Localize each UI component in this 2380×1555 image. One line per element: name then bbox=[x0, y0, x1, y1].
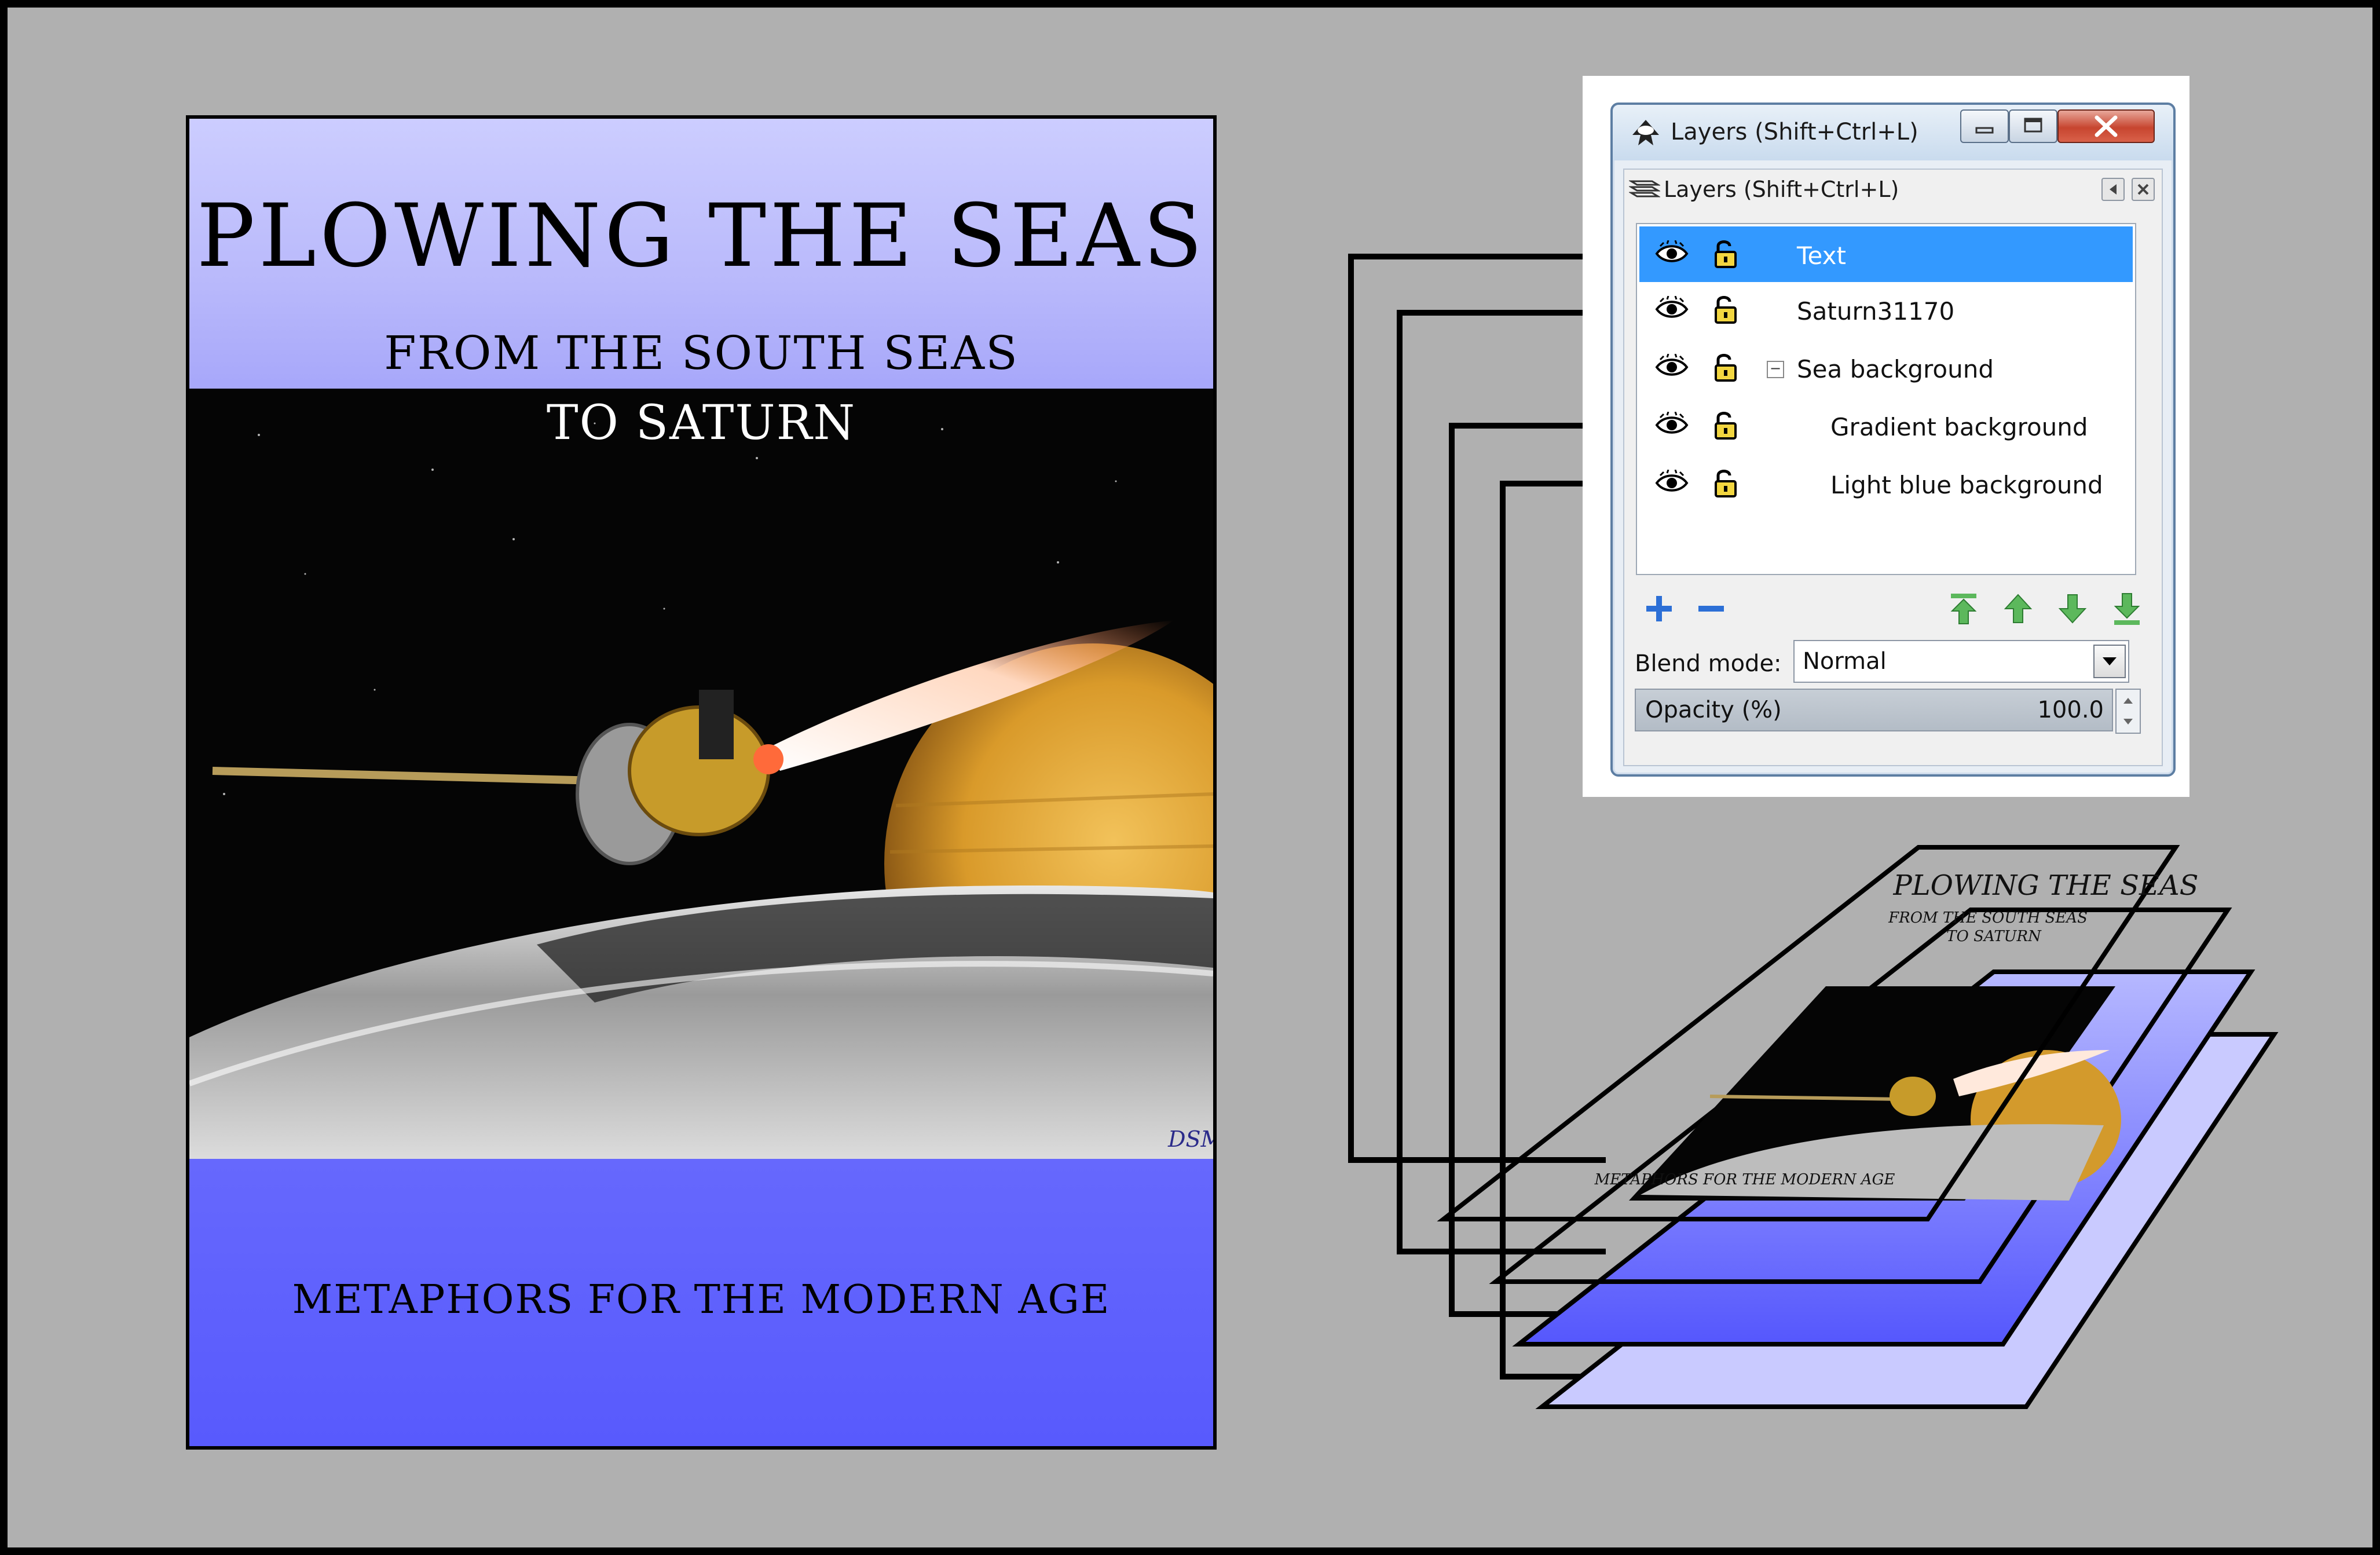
lower-to-bottom-icon[interactable] bbox=[2110, 591, 2144, 626]
stack-subtitle-1: FROM THE SOUTH SEAS bbox=[1888, 909, 2088, 927]
opacity-value: 100.0 bbox=[2037, 697, 2104, 723]
unlocked-padlock-icon[interactable] bbox=[1712, 352, 1739, 383]
maximize-button[interactable] bbox=[2009, 109, 2057, 143]
canvas-background: PLOWING THE SEAS FROM THE SOUTH SEAS TO … bbox=[8, 8, 2372, 1547]
connector-lines bbox=[1348, 254, 1606, 1380]
unlocked-padlock-icon[interactable] bbox=[1712, 238, 1739, 269]
lower-icon[interactable] bbox=[2055, 591, 2090, 626]
layer-name: Light blue background bbox=[1830, 471, 2103, 499]
layer-row-saturn[interactable]: Saturn31170 bbox=[1639, 282, 2133, 338]
stack-subtitle-2: TO SATURN bbox=[1946, 928, 2042, 945]
minimize-icon bbox=[1975, 127, 1994, 134]
raise-to-top-icon[interactable] bbox=[1946, 591, 1981, 626]
unlocked-padlock-icon[interactable] bbox=[1712, 409, 1739, 441]
layers-stack-icon bbox=[1629, 180, 1660, 197]
opacity-spinner[interactable] bbox=[2115, 689, 2141, 734]
window-titlebar[interactable]: Layers (Shift+Ctrl+L) bbox=[1613, 105, 2173, 160]
spin-up-icon bbox=[2123, 698, 2133, 704]
inkscape-icon bbox=[1632, 120, 1659, 145]
opacity-label: Opacity (%) bbox=[1645, 697, 1782, 723]
add-layer-icon[interactable] bbox=[1642, 591, 1676, 626]
panel-header: Layers (Shift+Ctrl+L) bbox=[1624, 170, 2162, 207]
layer-name: Gradient background bbox=[1830, 413, 2088, 441]
layer-name: Saturn31170 bbox=[1797, 297, 1955, 325]
close-window-button[interactable] bbox=[2057, 109, 2155, 143]
minimize-button[interactable] bbox=[1960, 109, 2009, 143]
eye-icon[interactable] bbox=[1654, 296, 1689, 323]
opacity-slider[interactable]: Opacity (%) 100.0 bbox=[1635, 689, 2113, 731]
spin-down-icon bbox=[2123, 719, 2133, 725]
spin-down-button[interactable] bbox=[2117, 711, 2140, 733]
panel-title: Layers (Shift+Ctrl+L) bbox=[1664, 177, 1899, 202]
blend-mode-select[interactable]: Normal bbox=[1793, 640, 2129, 683]
raise-icon[interactable] bbox=[2001, 591, 2035, 626]
spin-up-button[interactable] bbox=[2117, 690, 2140, 711]
layer-name: Text bbox=[1797, 242, 1846, 270]
collapse-toggle[interactable]: − bbox=[1767, 361, 1784, 378]
panel-collapse-button[interactable] bbox=[2101, 178, 2125, 201]
eye-icon[interactable] bbox=[1654, 240, 1689, 267]
eye-icon[interactable] bbox=[1654, 354, 1689, 380]
layer-list: Text Saturn31170 − Sea background Gradie bbox=[1636, 223, 2136, 575]
window-title: Layers (Shift+Ctrl+L) bbox=[1671, 119, 1918, 145]
unlocked-padlock-icon[interactable] bbox=[1712, 294, 1739, 325]
arrow-left-icon bbox=[2110, 184, 2117, 195]
layer-row-gradient-background[interactable]: Gradient background bbox=[1639, 398, 2133, 453]
unlocked-padlock-icon[interactable] bbox=[1712, 467, 1739, 499]
chevron-down-icon bbox=[2103, 657, 2117, 665]
connector-text bbox=[1348, 254, 1606, 1163]
blend-mode-value: Normal bbox=[1803, 648, 1887, 675]
layers-panel: Layers (Shift+Ctrl+L) Text Saturn31170 −… bbox=[1623, 169, 2163, 766]
layer-row-text[interactable]: Text bbox=[1639, 226, 2133, 282]
layer-row-light-blue-background[interactable]: Light blue background bbox=[1639, 456, 2133, 511]
layer-toolbar bbox=[1636, 584, 2140, 633]
eye-icon[interactable] bbox=[1654, 470, 1689, 496]
blend-mode-label: Blend mode: bbox=[1635, 650, 1782, 677]
stack-footer: METAPHORS FOR THE MODERN AGE bbox=[1594, 1171, 1895, 1188]
layer-row-sea-background[interactable]: − Sea background bbox=[1639, 340, 2133, 396]
maximize-icon bbox=[2024, 118, 2042, 133]
remove-layer-icon[interactable] bbox=[1694, 591, 1729, 626]
eye-icon[interactable] bbox=[1654, 412, 1689, 438]
stage: PLOWING THE SEAS FROM THE SOUTH SEAS TO … bbox=[0, 0, 2380, 1555]
layer-name: Sea background bbox=[1797, 355, 1994, 383]
close-icon bbox=[2095, 115, 2118, 137]
layers-dialog: Layers (Shift+Ctrl+L) Layers (Shift+Ctrl… bbox=[1610, 103, 2176, 777]
panel-close-button[interactable] bbox=[2132, 178, 2155, 201]
stack-title: PLOWING THE SEAS bbox=[1892, 869, 2198, 902]
dropdown-arrow-button[interactable] bbox=[2093, 645, 2126, 678]
close-icon bbox=[2137, 184, 2149, 195]
